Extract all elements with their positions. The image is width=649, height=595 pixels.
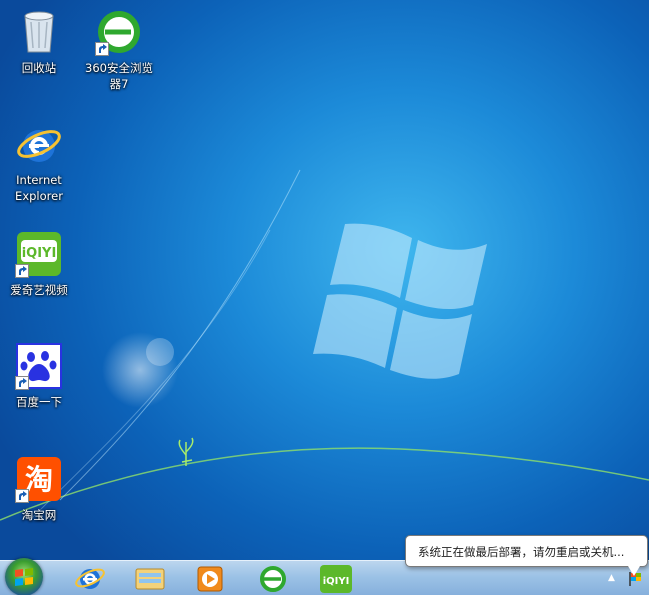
- notification-balloon[interactable]: 系统正在做最后部署，请勿重启或关机...: [405, 535, 648, 576]
- baidu-paw-icon: [15, 342, 63, 390]
- media-player-icon: [197, 566, 223, 592]
- shortcut-arrow-icon: [95, 42, 109, 56]
- desktop-icon-internet-explorer[interactable]: Internet Explorer: [0, 120, 78, 204]
- show-hidden-icons-button[interactable]: ▲: [608, 573, 615, 583]
- desktop-icon-iqiyi[interactable]: iQIYI 爱奇艺视频: [0, 230, 78, 298]
- desktop-icon-label: 360安全浏览 器7: [85, 61, 153, 91]
- notification-message: 系统正在做最后部署，请勿重启或关机...: [418, 545, 625, 559]
- 360-browser-icon: [95, 8, 143, 56]
- 360-browser-icon: [260, 566, 286, 592]
- svg-text:iQIYI: iQIYI: [22, 246, 57, 261]
- taskbar-360-browser-button[interactable]: [253, 563, 293, 593]
- desktop-icon-label: Internet Explorer: [15, 173, 63, 203]
- taskbar-ie-button[interactable]: [70, 563, 110, 593]
- desktop-icon-label: 回收站: [21, 61, 57, 75]
- shortcut-arrow-icon: [15, 376, 29, 390]
- desktop-icon-label: 百度一下: [16, 395, 62, 409]
- windows-orb-icon: [15, 568, 33, 586]
- taobao-icon: 淘: [15, 455, 63, 503]
- desktop-icon-label: 淘宝网: [21, 508, 57, 522]
- taskbar-media-player-button[interactable]: [190, 563, 230, 593]
- desktop-icon-recycle-bin[interactable]: 回收站: [0, 8, 78, 76]
- recycle-bin-icon: [15, 8, 63, 56]
- desktop[interactable]: 回收站 360安全浏览 器7 Internet Explorer iQIYI 爱…: [0, 0, 649, 595]
- svg-text:淘: 淘: [25, 463, 53, 496]
- desktop-icon-360-browser[interactable]: 360安全浏览 器7: [80, 8, 158, 92]
- explorer-folder-icon: [135, 568, 165, 590]
- iqiyi-icon: iQIYI: [320, 565, 352, 593]
- taskbar-iqiyi-button[interactable]: iQIYI: [316, 563, 356, 593]
- svg-text:iQIYI: iQIYI: [323, 576, 350, 587]
- windows-logo: [313, 223, 487, 379]
- shortcut-arrow-icon: [15, 264, 29, 278]
- desktop-icon-taobao[interactable]: 淘 淘宝网: [0, 455, 78, 523]
- ie-icon: [15, 120, 63, 168]
- desktop-icon-baidu[interactable]: 百度一下: [0, 342, 78, 410]
- balloon-tail: [628, 566, 640, 576]
- taskbar-explorer-button[interactable]: [130, 563, 170, 593]
- start-button[interactable]: [5, 558, 43, 595]
- ie-icon: [75, 568, 105, 589]
- shortcut-arrow-icon: [15, 489, 29, 503]
- iqiyi-icon: iQIYI: [15, 230, 63, 278]
- desktop-icon-label: 爱奇艺视频: [10, 283, 68, 297]
